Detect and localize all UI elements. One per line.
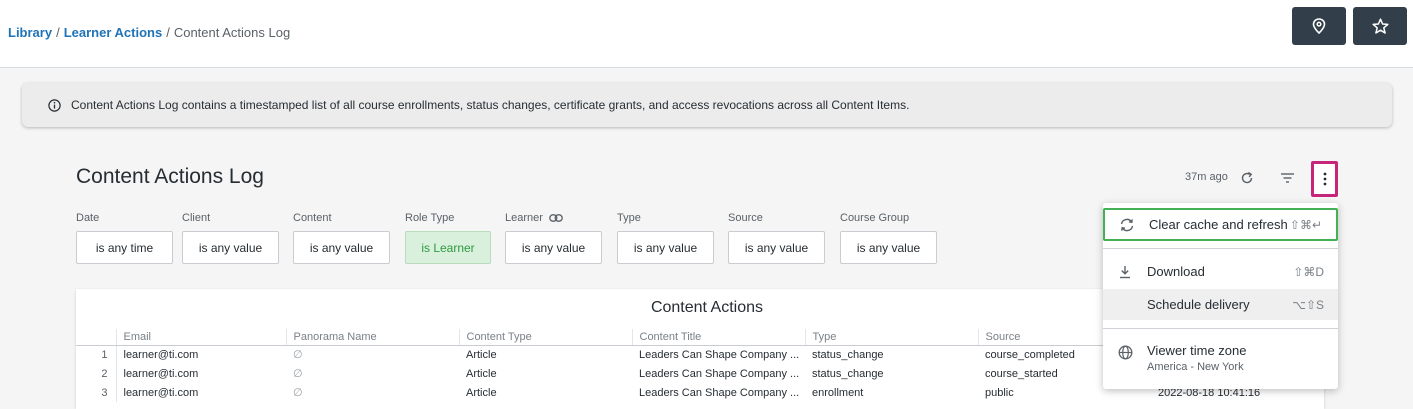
menu-item-sublabel: America - New York — [1147, 361, 1244, 373]
cell-content-title: Leaders Can Shape Company ... — [639, 386, 800, 399]
filter-content: Content is any value — [293, 211, 390, 264]
menu-item-label: Schedule delivery — [1147, 297, 1250, 312]
filter-role-type: Role Type is Learner — [405, 211, 491, 264]
menu-item-shortcut: ⇧⌘↵ — [1289, 217, 1322, 232]
cell-content-title: Leaders Can Shape Company ... — [639, 367, 800, 380]
menu-item-text: Viewer time zone America - New York — [1147, 343, 1246, 373]
menu-item-schedule-delivery[interactable]: Schedule delivery ⌥⇧S — [1103, 289, 1338, 320]
menu-item-shortcut: ⌥⇧S — [1292, 297, 1324, 312]
menu-item-shortcut: ⇧⌘D — [1293, 264, 1324, 279]
breadcrumb-current: Content Actions Log — [173, 25, 291, 40]
breadcrumb-separator: / — [166, 25, 170, 40]
download-icon — [1103, 265, 1147, 279]
filter-label: Learner — [505, 212, 543, 224]
filters-toggle-button[interactable] — [1279, 170, 1295, 186]
cell-type: status_change — [812, 348, 884, 361]
info-banner: Content Actions Log contains a timestamp… — [22, 83, 1392, 127]
filter-label: Type — [617, 212, 641, 224]
more-vertical-icon — [1323, 172, 1326, 186]
info-icon — [48, 98, 61, 112]
dashboard-title: Content Actions Log — [76, 165, 264, 188]
filter-label: Course Group — [840, 212, 910, 224]
filter-label-row: Learner — [505, 211, 602, 225]
filter-value-button[interactable]: is any value — [293, 231, 390, 264]
filter-lines-icon — [1280, 173, 1294, 183]
filter-course-group: Course Group is any value — [840, 211, 937, 264]
cell-content-type: Article — [466, 386, 497, 399]
breadcrumb-learner-actions[interactable]: Learner Actions — [64, 25, 163, 40]
cell-email: learner@ti.com — [123, 348, 199, 361]
globe-icon — [1103, 343, 1147, 360]
refresh-cycle-icon — [1105, 218, 1149, 232]
filter-value-button[interactable]: is any value — [617, 231, 714, 264]
filter-label: Role Type — [405, 212, 455, 224]
location-button[interactable] — [1292, 7, 1346, 45]
menu-item-viewer-time-zone[interactable]: Viewer time zone America - New York — [1103, 339, 1338, 379]
column-header[interactable]: Type — [804, 329, 978, 346]
filter-label: Date — [76, 212, 100, 224]
menu-item-label: Download — [1147, 264, 1205, 279]
row-number: 3 — [76, 383, 117, 402]
row-number: 2 — [76, 364, 117, 383]
cell-content-type: Article — [466, 348, 497, 361]
breadcrumb-library[interactable]: Library — [8, 25, 52, 40]
filter-label: Content — [293, 212, 332, 224]
cell-panorama-name: ∅ — [293, 349, 303, 362]
breadcrumb-separator: / — [56, 25, 60, 40]
cell-panorama-name: ∅ — [293, 368, 303, 380]
filter-source: Source is any value — [728, 211, 825, 264]
favorite-button[interactable] — [1353, 7, 1407, 45]
star-icon — [1371, 17, 1389, 34]
cell-email: learner@ti.com — [123, 386, 199, 399]
row-number-header — [76, 329, 116, 346]
map-pin-icon — [1312, 18, 1326, 34]
filter-label: Source — [728, 212, 763, 224]
link-icon — [549, 214, 563, 222]
menu-item-download[interactable]: Download ⇧⌘D — [1103, 256, 1338, 287]
dashboard-actions-menu-button[interactable] — [1311, 161, 1338, 197]
reload-button[interactable] — [1239, 170, 1255, 186]
filter-label: Client — [182, 212, 211, 224]
filter-value-button[interactable]: is any value — [728, 231, 825, 264]
filter-value-button[interactable]: is any value — [505, 231, 602, 264]
column-header[interactable]: Content Type — [458, 329, 632, 346]
filter-client: Client is any value — [182, 211, 279, 264]
cell-email: learner@ti.com — [123, 367, 199, 380]
cell-type: status_change — [812, 367, 884, 380]
filter-value-button[interactable]: is any time — [76, 231, 173, 264]
menu-divider — [1103, 248, 1338, 249]
cell-content-title: Leaders Can Shape Company ... — [639, 348, 800, 361]
filter-value-button[interactable]: is any value — [840, 231, 937, 264]
last-updated-label: 37m ago — [1185, 171, 1228, 183]
filter-type: Type is any value — [617, 211, 714, 264]
reload-icon — [1241, 171, 1253, 184]
filter-date: Date is any time — [76, 211, 173, 264]
cell-type: enrollment — [812, 386, 864, 399]
breadcrumb: Library / Learner Actions / Content Actions … — [8, 25, 290, 40]
filter-learner: Learner is any value — [505, 211, 602, 264]
menu-divider — [1103, 328, 1338, 329]
info-banner-text: Content Actions Log contains a timestamp… — [71, 98, 910, 112]
cell-panorama-name: ∅ — [293, 387, 303, 399]
column-header[interactable]: Email — [115, 329, 286, 346]
column-header[interactable]: Content Title — [631, 329, 805, 346]
filter-value-button[interactable]: is any value — [182, 231, 279, 264]
row-number: 1 — [76, 345, 117, 364]
menu-item-label: Viewer time zone — [1147, 343, 1247, 358]
menu-item-clear-cache-refresh[interactable]: Clear cache and refresh ⇧⌘↵ — [1103, 208, 1338, 241]
column-header[interactable]: Panorama Name — [285, 329, 459, 346]
dashboard-actions-menu: Clear cache and refresh ⇧⌘↵ Download ⇧⌘D… — [1103, 203, 1338, 389]
menu-item-label: Clear cache and refresh — [1149, 217, 1288, 232]
cell-content-type: Article — [466, 367, 497, 380]
top-bar: Library / Learner Actions / Content Actions … — [0, 0, 1413, 68]
filter-value-button-active[interactable]: is Learner — [405, 231, 491, 264]
